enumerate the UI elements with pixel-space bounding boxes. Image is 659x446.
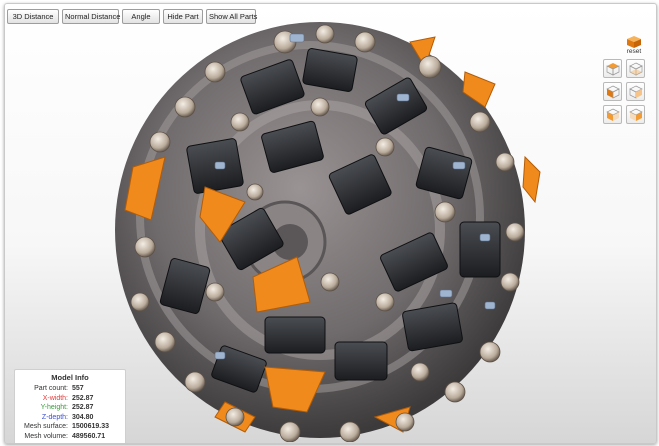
3d-model-viewport[interactable] (85, 12, 555, 442)
model-info-row: Mesh surface: 1500619.33 (15, 422, 125, 431)
model-info-label: Y-height: (40, 404, 68, 411)
model-info-label: Part count: (34, 385, 68, 392)
model-info-label: Z-depth: (41, 413, 68, 421)
model-info-row: Z-depth: 304.80 (15, 413, 125, 422)
viewer-window: 3D Distance Normal Distance Angle Hide P… (4, 3, 657, 444)
front-view-button[interactable] (603, 82, 622, 101)
right-view-button[interactable] (626, 105, 645, 124)
model-info-row: Mesh volume: 489560.71 (15, 432, 125, 441)
model-info-value: 557 (72, 385, 84, 392)
cube-icon (627, 36, 641, 48)
model-info-value: 489560.71 (72, 432, 106, 440)
left-view-button[interactable] (603, 105, 622, 124)
back-view-icon (629, 85, 643, 99)
model-info-title: Model Info (51, 373, 89, 382)
bottom-view-icon (629, 62, 643, 76)
model-info-label: X-width: (42, 394, 68, 402)
model-info-row: X-width: 252.87 (15, 394, 125, 403)
model-info-panel: Model Info Part count: 557 X-width: 252.87 Y… (14, 369, 126, 443)
left-view-icon (606, 108, 620, 121)
model-info-value: 304.80 (72, 413, 94, 421)
model-info-value: 1500619.33 (72, 423, 109, 430)
right-view-icon (629, 108, 643, 121)
model-info-value: 252.87 (72, 394, 94, 402)
model-info-row: Part count: 557 (15, 384, 125, 393)
robot-sphere-model (115, 22, 541, 442)
back-view-button[interactable] (626, 82, 645, 101)
model-info-value: 252.87 (72, 404, 94, 411)
reset-label: reset (626, 48, 642, 55)
bottom-view-button[interactable] (626, 59, 645, 78)
view-controls: reset (600, 35, 646, 127)
model-info-label: Mesh surface: (24, 423, 68, 430)
reset-view-button[interactable]: reset (624, 35, 644, 57)
model-info-row: Y-height: 252.87 (15, 403, 125, 412)
top-view-button[interactable] (603, 59, 622, 78)
3d-distance-button[interactable]: 3D Distance (7, 9, 59, 24)
model-info-label: Mesh volume: (24, 432, 68, 440)
top-view-icon (606, 63, 620, 76)
front-view-icon (606, 85, 620, 99)
